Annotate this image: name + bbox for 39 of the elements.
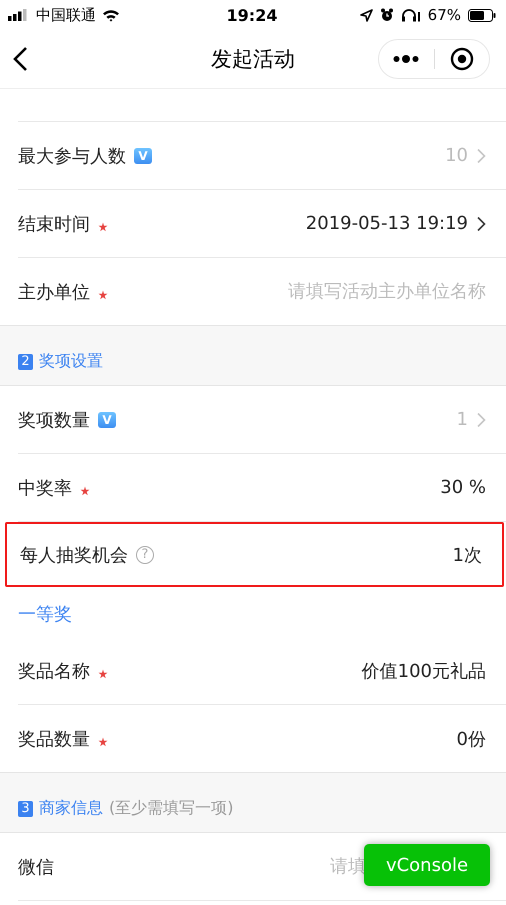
step-number: 3 xyxy=(18,800,33,816)
required-icon xyxy=(98,668,108,678)
form-row: 主办单位 请填写活动主办单位名称 xyxy=(18,258,506,325)
required-icon xyxy=(98,736,108,746)
field-value[interactable]: 0份 xyxy=(456,726,486,750)
form-row: 中奖率 30 % xyxy=(18,454,506,522)
verified-badge: V xyxy=(134,148,152,164)
battery-icon xyxy=(468,8,496,22)
section-note: (至少需填写一项) xyxy=(109,798,234,819)
carrier-name: 中国联通 xyxy=(36,6,96,24)
battery-percent: 67% xyxy=(428,6,461,24)
section-title: 奖项设置 xyxy=(39,351,103,372)
more-icon[interactable] xyxy=(393,55,420,63)
form-row-text: 奖品数量 0份 xyxy=(18,726,487,752)
field-value[interactable]: 2019-05-13 19:19 xyxy=(306,213,468,234)
field-value[interactable]: 1次 xyxy=(452,542,482,566)
chevron-icon xyxy=(476,412,486,428)
required-icon xyxy=(80,486,90,496)
field-value[interactable]: 价值100元礼品 xyxy=(362,658,486,682)
chevron-icon xyxy=(476,216,486,232)
wifi-icon xyxy=(102,8,120,22)
required-icon xyxy=(98,222,108,232)
alarm-clock-icon xyxy=(380,8,394,22)
text-input[interactable]: 请填 xyxy=(324,856,366,877)
verified-badge: V xyxy=(98,412,116,428)
back-icon[interactable] xyxy=(12,46,30,72)
chevron-icon xyxy=(476,148,486,164)
page-title: 发起活动 xyxy=(210,46,296,73)
text-input[interactable]: 请填写活动主办单位名称 xyxy=(282,281,486,302)
step-number: 2 xyxy=(18,354,33,370)
headphones-icon xyxy=(400,8,421,22)
section-title: 商家信息 xyxy=(39,798,103,819)
field-value[interactable]: 30 % xyxy=(440,477,486,498)
required-icon xyxy=(98,290,108,300)
location-arrow-icon xyxy=(360,8,373,22)
prize-tier-title: 一等奖 xyxy=(18,603,72,626)
highlight-frame: 每人抽奖机会 ? 1次 xyxy=(5,522,504,587)
clock-time: 19:24 xyxy=(226,6,278,24)
close-icon[interactable] xyxy=(450,47,474,71)
